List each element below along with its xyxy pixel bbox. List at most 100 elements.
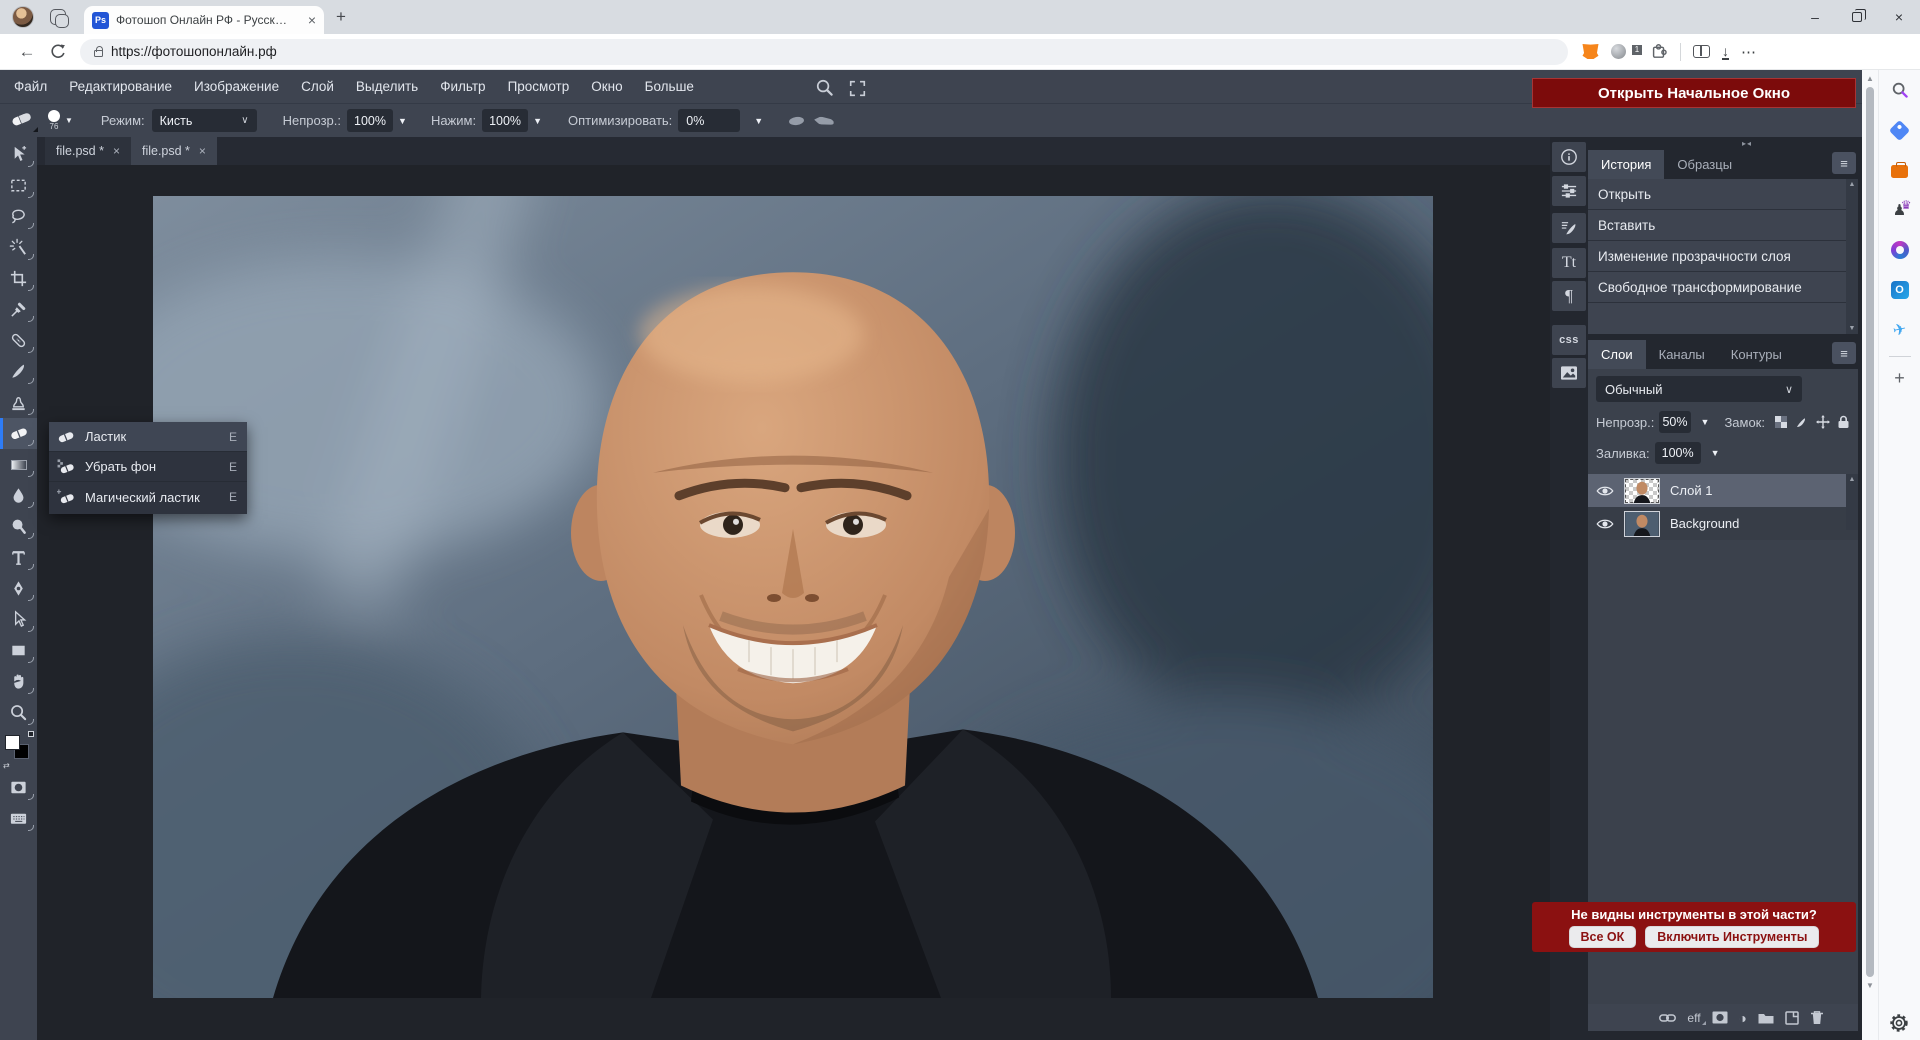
scrollbar-down-icon[interactable]: ▼ (1866, 981, 1874, 990)
opacity-input[interactable]: 100% (347, 109, 394, 132)
tool-type[interactable] (0, 542, 37, 573)
layer-thumbnail[interactable] (1624, 477, 1660, 504)
globe-extension-icon[interactable] (1611, 44, 1626, 59)
optimize-dropdown-arrow[interactable]: ▼ (754, 116, 763, 126)
lock-pixels-icon[interactable] (1795, 415, 1809, 429)
history-scrollbar[interactable]: ▲ ▼ (1846, 179, 1858, 334)
layer-effects-button[interactable]: eff (1687, 1011, 1706, 1025)
menu-more[interactable]: Больше (634, 79, 705, 94)
doc-tab-2-close-icon[interactable]: × (199, 144, 206, 158)
canvas-photo[interactable] (153, 196, 1433, 998)
menu-layer[interactable]: Слой (290, 79, 345, 94)
sidebar-shopping[interactable] (1879, 110, 1920, 150)
foreground-color-swatch[interactable] (5, 735, 20, 750)
tool-blur[interactable] (0, 480, 37, 511)
panel-paragraph-icon[interactable]: ¶ (1552, 281, 1586, 311)
flyout-item-eraser[interactable]: Ластик E (49, 422, 247, 452)
panel-info-icon[interactable] (1552, 142, 1586, 172)
brush-tip-soft-icon[interactable] (788, 115, 805, 126)
warning-ok-button[interactable]: Все ОК (1568, 925, 1637, 948)
new-layer-icon[interactable] (1785, 1010, 1799, 1025)
tool-move[interactable] (0, 139, 37, 170)
close-button[interactable]: × (1878, 0, 1920, 34)
visibility-eye-icon[interactable] (1596, 485, 1614, 497)
tab-paths[interactable]: Контуры (1718, 340, 1795, 369)
panel-adjustments-icon[interactable] (1552, 176, 1586, 206)
sidebar-search[interactable] (1879, 70, 1920, 110)
tool-gradient[interactable] (0, 449, 37, 480)
menu-view[interactable]: Просмотр (497, 79, 581, 94)
browser-menu-button[interactable]: ⋯ (1741, 43, 1757, 61)
doc-tab-1-close-icon[interactable]: × (113, 144, 120, 158)
tool-shape[interactable] (0, 635, 37, 666)
history-menu-button[interactable]: ≡ (1832, 152, 1856, 174)
doc-tab-2[interactable]: file.psd * × (130, 137, 217, 165)
panel-typography-icon[interactable]: Tt (1552, 248, 1586, 278)
tool-eyedropper[interactable] (0, 294, 37, 325)
sidebar-add-button[interactable]: + (1879, 363, 1920, 393)
fill-arrow[interactable]: ▼ (1711, 448, 1720, 458)
brush-dropdown-arrow[interactable]: ▼ (65, 116, 73, 125)
visibility-eye-icon[interactable] (1596, 518, 1614, 530)
flyout-item-remove-background[interactable]: Убрать фон E (49, 452, 247, 482)
tool-brush[interactable] (0, 356, 37, 387)
layers-scrollbar[interactable]: ▲ (1846, 474, 1858, 530)
restore-button[interactable] (1836, 0, 1878, 34)
extensions-button[interactable] (1650, 41, 1668, 62)
fullscreen-icon[interactable] (849, 80, 866, 97)
menu-image[interactable]: Изображение (183, 79, 290, 94)
lock-position-icon[interactable] (1816, 415, 1830, 429)
scrollbar-up-icon[interactable]: ▲ (1866, 74, 1874, 83)
sidebar-games[interactable]: ♟ ♛ (1879, 190, 1920, 230)
scroll-up-icon[interactable]: ▲ (1849, 181, 1856, 188)
minimize-button[interactable]: – (1794, 0, 1836, 34)
page-scrollbar[interactable]: ▲ ▼ (1862, 70, 1878, 1040)
link-layers-icon[interactable] (1659, 1012, 1677, 1024)
tab-close-icon[interactable]: × (308, 13, 316, 27)
layer-row-2[interactable]: Background (1588, 507, 1858, 540)
menu-edit[interactable]: Редактирование (58, 79, 183, 94)
tool-magic-wand[interactable] (0, 232, 37, 263)
layer-row-1[interactable]: Слой 1 (1588, 474, 1858, 507)
flow-input[interactable]: 100% (482, 109, 529, 132)
history-item[interactable]: Открыть (1588, 179, 1858, 210)
panel-image-icon[interactable] (1552, 358, 1586, 388)
browser-tab[interactable]: Ps Фотошоп Онлайн РФ - Русская × (84, 6, 324, 34)
panel-css-icon[interactable]: css (1552, 325, 1586, 355)
canvas-area[interactable] (37, 165, 1550, 1040)
panel-brush-settings-icon[interactable] (1552, 213, 1586, 243)
history-item[interactable]: Вставить (1588, 210, 1858, 241)
tool-clone-stamp[interactable] (0, 387, 37, 418)
search-icon[interactable] (815, 78, 834, 97)
lock-transparency-icon[interactable] (1774, 415, 1788, 429)
tool-pen[interactable] (0, 573, 37, 604)
profile-avatar[interactable] (12, 6, 34, 28)
tool-crop[interactable] (0, 263, 37, 294)
brush-tip-flat-icon[interactable] (814, 115, 835, 126)
swap-colors-icon[interactable]: ⇄ (3, 761, 10, 770)
tool-marquee[interactable] (0, 170, 37, 201)
layers-menu-button[interactable]: ≡ (1832, 342, 1856, 364)
doc-tab-1[interactable]: file.psd * × (45, 137, 131, 165)
flyout-item-magic-eraser[interactable]: Магический ластик E (49, 482, 247, 512)
menu-select[interactable]: Выделить (345, 79, 429, 94)
tool-lasso[interactable] (0, 201, 37, 232)
default-colors-icon[interactable] (28, 731, 34, 737)
sidebar-m365[interactable] (1879, 230, 1920, 270)
sidebar-outlook[interactable]: O (1879, 270, 1920, 310)
tool-zoom[interactable] (0, 697, 37, 728)
tool-quick-mask[interactable] (0, 772, 37, 803)
scrollbar-thumb[interactable] (1866, 87, 1874, 977)
back-button[interactable]: ← (12, 42, 42, 62)
sidebar-tools[interactable] (1879, 150, 1920, 190)
open-start-window-button[interactable]: Открыть Начальное Окно (1532, 78, 1856, 108)
menu-file[interactable]: Файл (3, 79, 58, 94)
tab-history[interactable]: История (1588, 150, 1665, 179)
tab-layers[interactable]: Слои (1588, 340, 1646, 369)
optimize-input[interactable]: 0% (678, 109, 741, 132)
color-swatches[interactable]: ⇄ (0, 728, 37, 772)
add-mask-icon[interactable] (1712, 1011, 1728, 1024)
scroll-up-icon[interactable]: ▲ (1849, 476, 1856, 483)
downloads-button[interactable]: ↓ (1722, 44, 1729, 60)
sidebar-drop[interactable]: ✈ (1879, 310, 1920, 350)
